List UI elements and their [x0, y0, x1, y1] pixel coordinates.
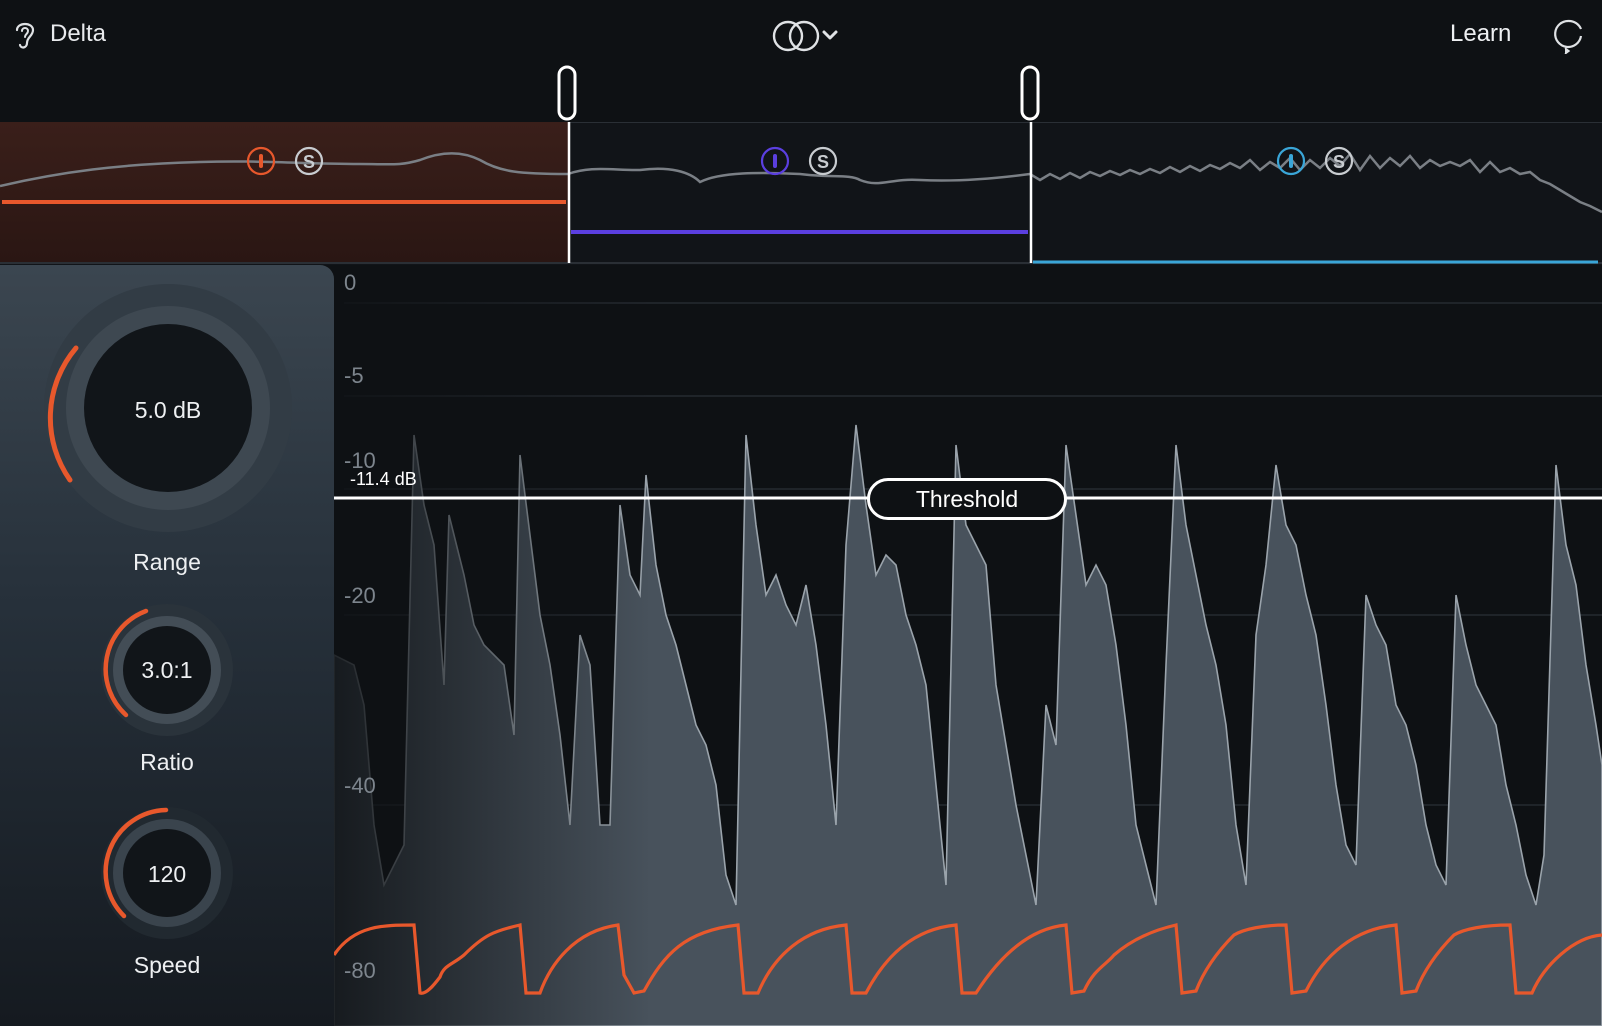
band-spectrum-strip[interactable]: S S S	[0, 122, 1602, 265]
top-bar: Delta Learn	[0, 0, 1602, 121]
y-label-80: -80	[344, 958, 376, 983]
chevron-down-icon	[822, 30, 838, 40]
speed-value: 120	[147, 861, 187, 887]
speed-label: Speed	[133, 952, 201, 978]
crossover-handle-mid-high[interactable]	[1019, 64, 1043, 124]
y-label-20: -20	[344, 583, 376, 608]
dynamics-graph[interactable]	[334, 265, 1602, 1026]
refresh-icon[interactable]	[1552, 16, 1586, 54]
svg-text:S: S	[1333, 152, 1345, 172]
plugin-title: Delta	[50, 20, 107, 47]
crossover-handle-low-mid[interactable]	[556, 64, 580, 124]
ratio-value: 3.0:1	[141, 657, 193, 683]
y-label-40: -40	[344, 773, 376, 798]
y-label-5: -5	[344, 363, 364, 388]
learn-button[interactable]: Learn	[1450, 20, 1511, 48]
band-low-region[interactable]	[0, 122, 568, 263]
y-label-0: 0	[344, 270, 357, 295]
range-label: Range	[133, 549, 201, 575]
svg-text:S: S	[817, 152, 829, 172]
threshold-handle[interactable]: Threshold	[867, 478, 1067, 520]
threshold-value: -11.4 dB	[350, 469, 417, 489]
ear-icon[interactable]	[12, 18, 38, 52]
range-value: 5.0 dB	[134, 397, 202, 423]
stereo-link-icon[interactable]	[770, 16, 860, 56]
ratio-label: Ratio	[140, 749, 194, 775]
svg-text:S: S	[303, 152, 315, 172]
